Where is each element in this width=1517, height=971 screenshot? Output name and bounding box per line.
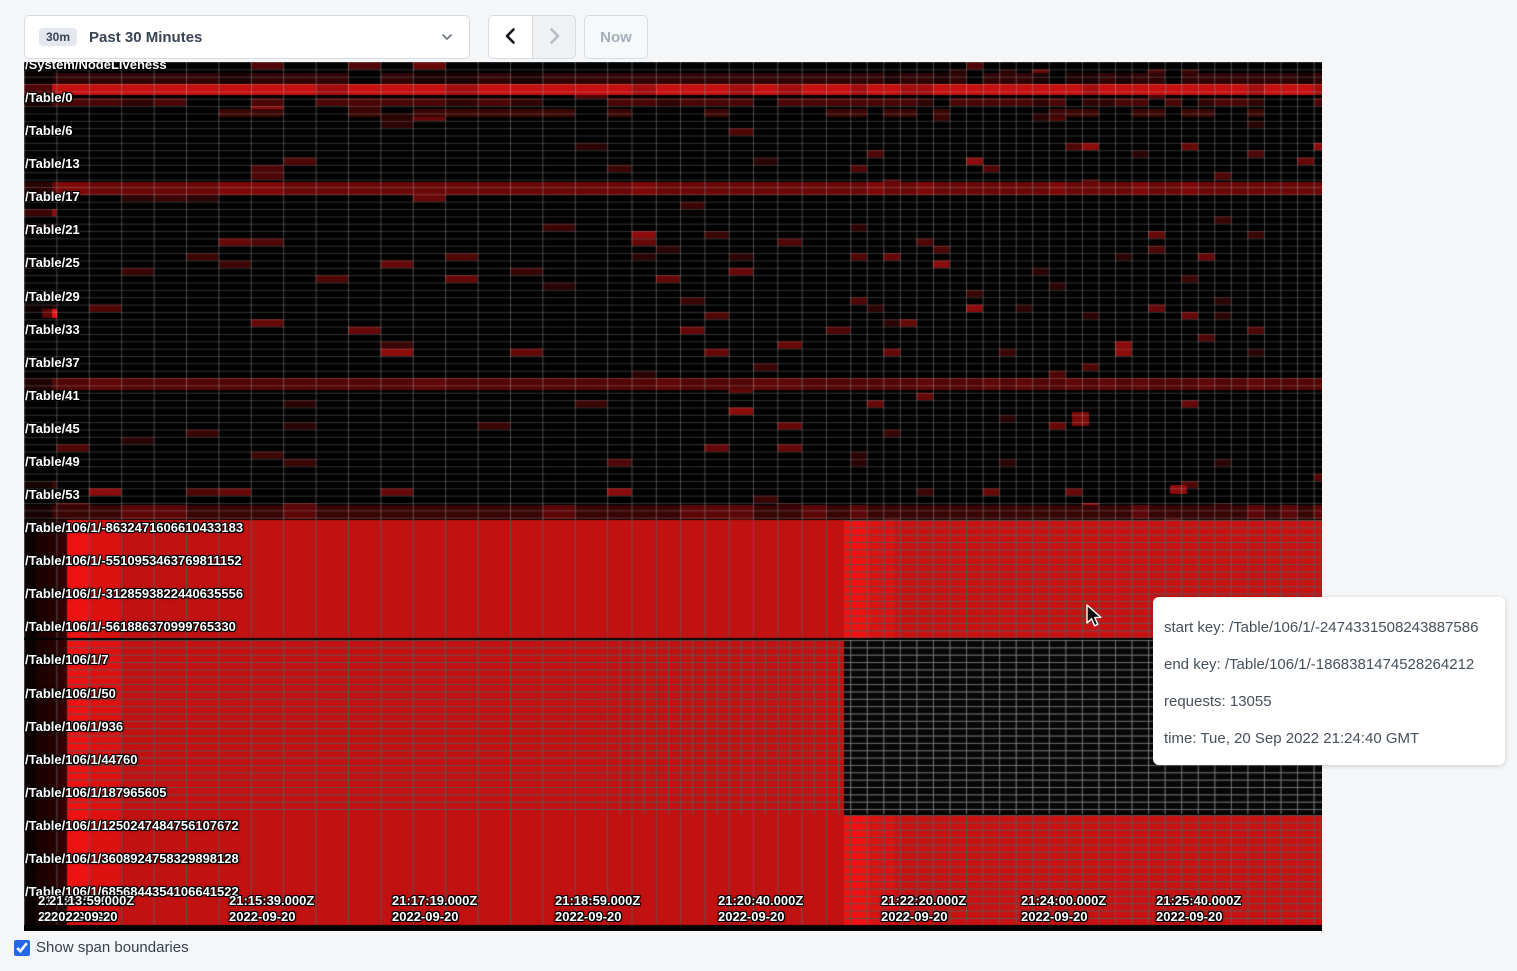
hover-tooltip: start key: /Table/106/1/-247433150824388…: [1153, 597, 1505, 765]
tooltip-time: time: Tue, 20 Sep 2022 21:24:40 GMT: [1164, 720, 1494, 757]
tooltip-requests: requests: 13055: [1164, 683, 1494, 720]
forward-button[interactable]: [532, 16, 575, 58]
now-button[interactable]: Now: [584, 15, 648, 59]
back-button[interactable]: [489, 16, 532, 58]
chevron-right-icon: [544, 26, 564, 49]
heatmap-canvas[interactable]: [24, 62, 1322, 931]
time-range-label: Past 30 Minutes: [89, 29, 202, 46]
show-span-boundaries-checkbox[interactable]: [14, 940, 30, 956]
heatmap: /System/NodeLiveness/Table/0/Table/6/Tab…: [24, 62, 1322, 931]
show-span-boundaries-label: Show span boundaries: [36, 939, 189, 956]
chevron-down-icon: [439, 29, 455, 45]
time-range-badge: 30m: [39, 28, 77, 46]
tooltip-end-key: end key: /Table/106/1/-18683814745282642…: [1164, 646, 1494, 683]
chevron-left-icon: [501, 26, 521, 49]
key-visualizer-page: 30m Past 30 Minutes Now /System/NodeLive…: [0, 0, 1517, 971]
time-nav-group: [488, 15, 576, 59]
time-range-dropdown[interactable]: 30m Past 30 Minutes: [24, 15, 470, 59]
tooltip-start-key: start key: /Table/106/1/-247433150824388…: [1164, 609, 1494, 646]
span-boundaries-row: Show span boundaries: [14, 939, 189, 956]
